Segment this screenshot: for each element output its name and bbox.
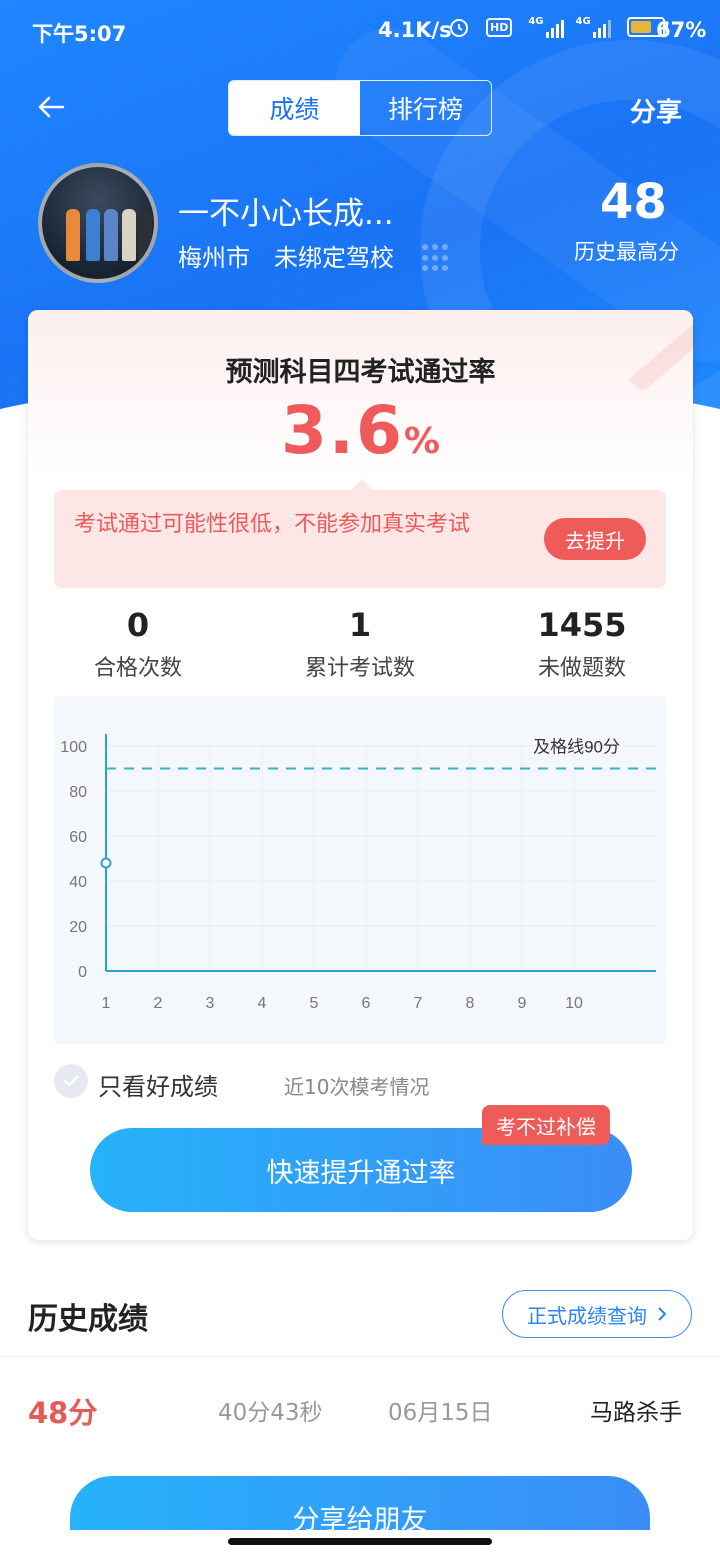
score-chart-svg: 0 20 40 60 80 100 1 2 3 4 5 6 7 8 9 10 及格线90分 — [60, 734, 656, 1012]
signal-icon-1: 4G — [528, 16, 564, 38]
divider — [0, 1356, 720, 1357]
x-tick-label: 7 — [414, 995, 423, 1012]
check-icon — [63, 1075, 79, 1087]
history-score[interactable]: 48分 — [28, 1390, 97, 1432]
y-tick-label: 0 — [78, 964, 87, 981]
share-button[interactable]: 分享 — [630, 92, 682, 129]
official-score-query-button[interactable]: 正式成绩查询 — [502, 1290, 692, 1338]
prediction-card: 预测科目四考试通过率 3.6% 考试通过可能性很低，不能参加真实考试 去提升 0… — [28, 310, 693, 1240]
stat-label: 合格次数 — [93, 656, 182, 681]
battery-percent: 67% — [656, 18, 707, 42]
x-tick-label: 6 — [362, 995, 371, 1012]
x-tick-label: 3 — [206, 995, 215, 1012]
tab-bar: 成绩 排行榜 — [228, 80, 492, 136]
gesture-area — [0, 1530, 720, 1560]
stat-total-exams: 1 累计考试数 — [280, 606, 440, 682]
pass-rate-unit: % — [403, 421, 440, 462]
x-tick-label: 5 — [310, 995, 319, 1012]
dots-decor-icon — [422, 244, 452, 272]
stat-label: 累计考试数 — [304, 656, 415, 681]
x-tick-label: 4 — [258, 995, 267, 1012]
y-tick-label: 60 — [69, 829, 87, 846]
x-tick-label: 9 — [518, 995, 527, 1012]
good-only-checkbox[interactable] — [54, 1064, 88, 1098]
y-tick-label: 80 — [69, 784, 87, 801]
recent-exams-label: 近10次模考情况 — [284, 1075, 430, 1099]
data-point — [100, 857, 112, 869]
stats-row: 0 合格次数 1 累计考试数 1455 未做题数 — [28, 606, 693, 686]
y-tick-label: 20 — [69, 919, 87, 936]
home-indicator[interactable] — [228, 1538, 492, 1545]
improve-button[interactable]: 去提升 — [544, 518, 646, 560]
tab-ranking[interactable]: 排行榜 — [360, 81, 491, 135]
stat-label: 未做题数 — [537, 656, 626, 681]
stat-value: 1455 — [537, 606, 627, 644]
avatar[interactable] — [38, 163, 158, 283]
warning-tip: 考试通过可能性很低，不能参加真实考试 去提升 — [54, 479, 666, 588]
history-duration: 40分43秒 — [218, 1400, 323, 1426]
compensation-badge: 考不过补偿 — [482, 1105, 610, 1145]
history-title: 历史成绩 — [28, 1302, 148, 1337]
query-label: 正式成绩查询 — [527, 1303, 647, 1328]
stat-value: 0 — [126, 606, 150, 644]
driving-school[interactable]: 未绑定驾校 — [274, 238, 394, 273]
y-tick-label: 40 — [69, 874, 87, 891]
good-only-label[interactable]: 只看好成绩 — [98, 1067, 218, 1102]
stat-undone-questions: 1455 未做题数 — [502, 606, 662, 682]
warning-text: 考试通过可能性很低，不能参加真实考试 — [74, 512, 471, 537]
status-time: 下午5:07 — [32, 22, 127, 46]
back-arrow-icon[interactable] — [36, 92, 66, 122]
x-tick-label: 8 — [466, 995, 475, 1012]
signal-icon-2: 4G — [576, 16, 611, 38]
pass-rate-value: 3.6 — [281, 392, 404, 469]
user-name: 一不小心长成... — [178, 196, 394, 232]
hd-icon: HD — [486, 17, 513, 37]
y-tick-label: 100 — [60, 739, 87, 756]
stat-value: 1 — [348, 606, 372, 644]
network-speed: 4.1K/s — [378, 18, 452, 42]
pass-line-label: 及格线90分 — [533, 738, 620, 757]
user-city: 梅州市 — [178, 244, 250, 272]
x-tick-label: 2 — [154, 995, 163, 1012]
x-tick-label: 1 — [102, 995, 111, 1012]
history-tag: 马路杀手 — [590, 1400, 682, 1426]
history-date: 06月15日 — [388, 1400, 493, 1426]
alarm-icon — [450, 19, 468, 37]
chevron-right-icon — [658, 1307, 667, 1321]
prediction-title: 预测科目四考试通过率 — [225, 357, 496, 388]
x-tick-label: 10 — [565, 995, 583, 1012]
stat-passed: 0 合格次数 — [58, 606, 218, 682]
status-icons: HD 4G 4G — [448, 16, 668, 38]
score-chart: 0 20 40 60 80 100 1 2 3 4 5 6 7 8 9 10 及格线90分 — [54, 696, 666, 1044]
status-bar: 下午5:07 4.1K/s HD 4G 4G 67% — [0, 0, 720, 60]
best-score-value: 48 — [600, 174, 667, 230]
best-score-label: 历史最高分 — [574, 240, 679, 264]
tab-score[interactable]: 成绩 — [229, 81, 360, 135]
pass-rate: 3.6% — [28, 392, 693, 469]
